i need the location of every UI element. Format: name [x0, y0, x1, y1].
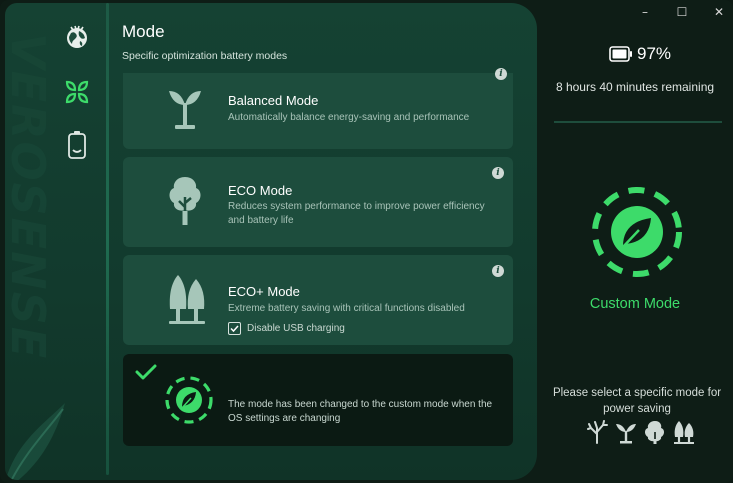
custom-mode-large-icon: [592, 187, 682, 277]
minimize-button[interactable]: –: [633, 3, 657, 21]
tree-mode-icon[interactable]: [644, 420, 666, 444]
close-button[interactable]: ✕: [707, 3, 731, 21]
maximize-button[interactable]: ☐: [670, 3, 694, 21]
battery-percentage: 97%: [637, 44, 672, 63]
balanced-mode-card[interactable]: Balanced Mode Automatically balance ener…: [123, 68, 513, 149]
custom-mode-card[interactable]: The mode has been changed to the custom …: [123, 354, 513, 446]
eco-plus-mode-card[interactable]: ECO+ Mode Extreme battery saving with cr…: [123, 255, 513, 345]
page-title: Mode: [122, 22, 165, 41]
card-description: Extreme battery saving with critical fun…: [228, 303, 465, 314]
info-icon[interactable]: i: [495, 68, 507, 80]
battery-app-window: VEROSENSE Mode Specific optimization bat…: [0, 0, 733, 483]
mode-panel: VEROSENSE Mode Specific optimization bat…: [5, 3, 537, 480]
sprout-mode-icon[interactable]: [615, 420, 637, 444]
selected-check-icon: [135, 364, 157, 380]
info-icon[interactable]: i: [492, 167, 504, 179]
card-title: Balanced Mode: [228, 93, 319, 108]
card-title: ECO+ Mode: [228, 284, 300, 299]
status-panel: – ☐ ✕ 97% 8 hours 40 minutes remaining C…: [537, 0, 733, 483]
sidebar-divider: [106, 3, 109, 475]
usb-charging-option[interactable]: Disable USB charging: [228, 321, 345, 335]
current-mode-label: Custom Mode: [589, 296, 681, 312]
page-subtitle: Specific optimization battery modes: [122, 50, 288, 62]
card-description: Reduces system performance to improve po…: [228, 201, 485, 226]
bare-tree-mode-icon[interactable]: [586, 420, 608, 444]
forest-mode-icon[interactable]: [673, 420, 695, 444]
battery-icon[interactable]: [62, 130, 92, 160]
card-title: ECO Mode: [228, 183, 293, 198]
tree-icon: [169, 177, 201, 225]
checkbox-label: Disable USB charging: [247, 322, 345, 334]
time-remaining: 8 hours 40 minutes remaining: [555, 80, 715, 94]
battery-level-icon: [609, 46, 632, 62]
status-divider: [554, 121, 722, 123]
info-icon[interactable]: i: [492, 265, 504, 277]
checkmark-icon: [230, 324, 239, 332]
sprout-icon: [169, 91, 201, 129]
leaf-decoration-icon: [5, 403, 65, 480]
earth-icon[interactable]: [62, 22, 92, 52]
forest-icon: [169, 275, 205, 324]
card-description: Automatically balance energy-saving and …: [228, 112, 470, 123]
custom-leaf-icon: [165, 376, 213, 424]
disable-usb-charging-checkbox[interactable]: [228, 321, 241, 335]
select-mode-hint: Please select a specific mode for power …: [552, 387, 722, 415]
leaves-icon[interactable]: [62, 77, 92, 107]
card-description: The mode has been changed to the custom …: [228, 399, 493, 424]
eco-mode-card[interactable]: ECO Mode Reduces system performance to i…: [123, 157, 513, 247]
